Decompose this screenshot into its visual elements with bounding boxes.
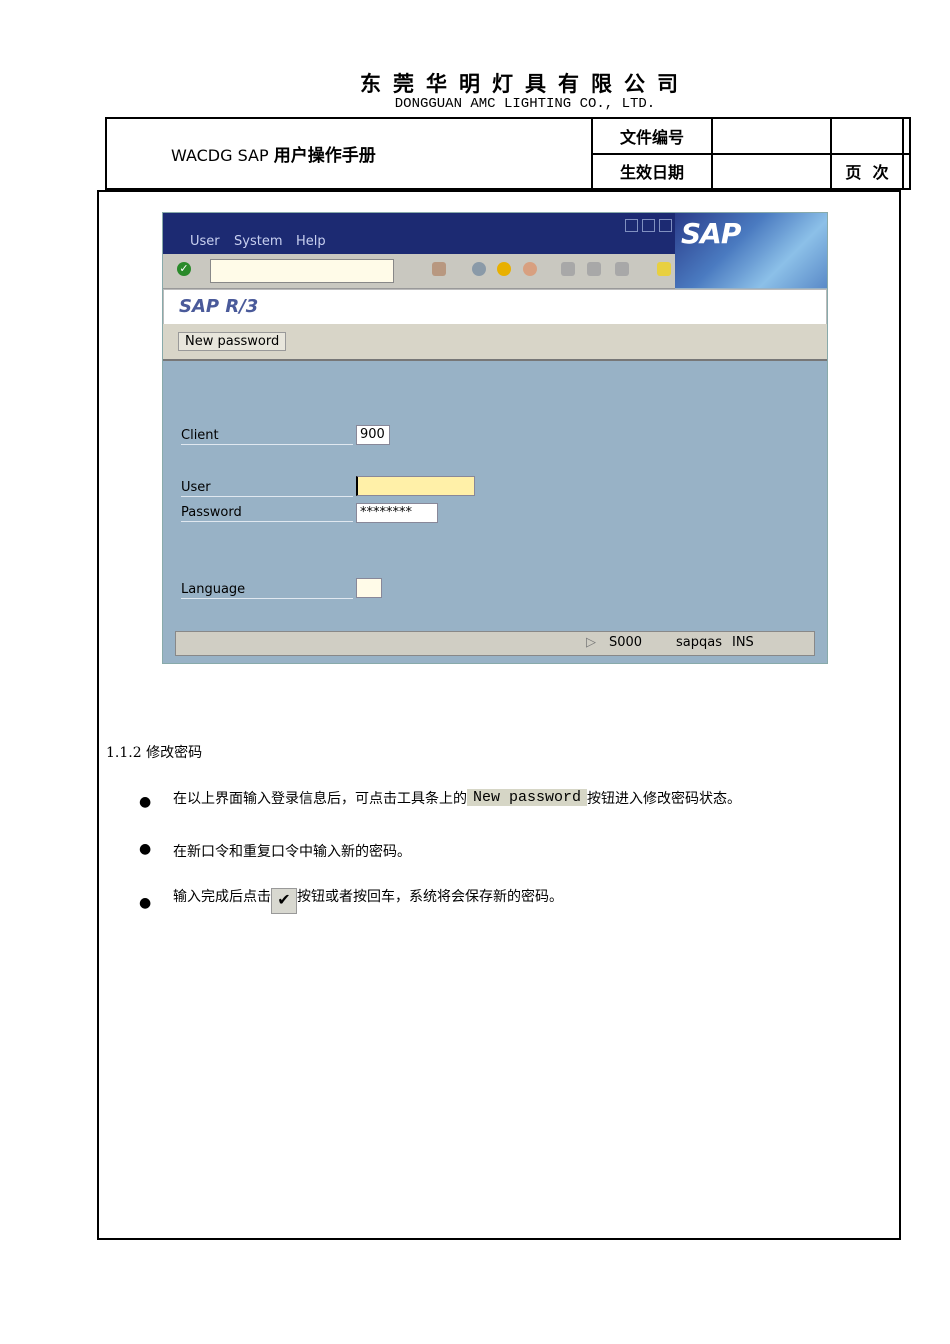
screen-title: SAP R/3 [179, 296, 259, 317]
status-session: S000 [609, 635, 643, 650]
menu-system[interactable]: System [234, 234, 282, 249]
client-label: Client [181, 428, 353, 445]
minimize-icon[interactable] [625, 219, 638, 232]
menu-help[interactable]: Help [296, 234, 326, 249]
layout-menu-icon[interactable] [657, 262, 671, 276]
bullet-icon: ● [139, 794, 152, 810]
effective-date-label: 生效日期 [591, 152, 713, 190]
back-icon[interactable] [472, 262, 486, 276]
document-header-table: WACDG SAP 用户操作手册 文件编号 生效日期 页 次 [105, 117, 911, 190]
document-page: 东莞华明灯具有限公司 DONGGUAN AMC LIGHTING CO., LT… [0, 0, 950, 1344]
doc-no-label: 文件编号 [591, 117, 713, 155]
page-value [902, 152, 911, 190]
effective-date-value [711, 152, 832, 190]
find-icon[interactable] [587, 262, 601, 276]
status-bar: ▷ S000 sapqas INS [175, 631, 815, 656]
bullet-icon: ● [139, 841, 152, 857]
section-heading: 1.1.2 修改密码 [106, 745, 203, 761]
new-password-button-image: New password [467, 789, 588, 806]
bullet-1: 在以上界面输入登录信息后，可点击工具条上的 New password 按钮进入修改密… [173, 789, 742, 807]
doc-title: WACDG SAP 用户操作手册 [105, 117, 593, 190]
system-toolbar: ✓ [163, 254, 675, 289]
close-icon[interactable] [659, 219, 672, 232]
exit-icon[interactable] [497, 262, 511, 276]
company-name-en: DONGGUAN AMC LIGHTING CO., LTD. [394, 96, 656, 112]
sap-login-screenshot: User System Help SAP ✓ SAP R/3 New passw… [162, 212, 828, 664]
doc-no-value [711, 117, 832, 155]
status-mode: INS [732, 635, 754, 650]
password-label: Password [181, 505, 353, 522]
print-icon[interactable] [561, 262, 575, 276]
save-icon[interactable] [432, 262, 446, 276]
maximize-icon[interactable] [642, 219, 655, 232]
user-input[interactable] [356, 476, 475, 496]
client-input[interactable]: 900 [356, 425, 390, 445]
company-name-cn: 东莞华明灯具有限公司 [360, 72, 690, 96]
bullet-icon: ● [139, 895, 152, 911]
status-expand-icon[interactable]: ▷ [586, 635, 596, 650]
application-toolbar: New password [163, 324, 827, 361]
find-next-icon[interactable] [615, 262, 629, 276]
language-input[interactable] [356, 578, 382, 598]
bullet-3: 输入完成后点击 ✔ 按钮或者按回车，系统将会保存新的密码。 [173, 886, 563, 914]
language-label: Language [181, 582, 353, 599]
command-field[interactable] [210, 259, 394, 283]
sap-logo: SAP [675, 213, 827, 288]
new-password-button[interactable]: New password [178, 332, 287, 351]
menu-user[interactable]: User [190, 234, 220, 249]
cancel-icon[interactable] [523, 262, 537, 276]
page-label: 页 次 [830, 152, 904, 190]
password-input[interactable]: ******** [356, 503, 438, 523]
check-icon: ✔ [271, 888, 297, 914]
status-server: sapqas [676, 635, 722, 650]
screen-title-area: SAP R/3 [163, 289, 827, 325]
enter-check-icon[interactable]: ✓ [177, 262, 191, 276]
bullet-2: 在新口令和重复口令中输入新的密码。 [173, 844, 411, 860]
user-label: User [181, 480, 353, 497]
